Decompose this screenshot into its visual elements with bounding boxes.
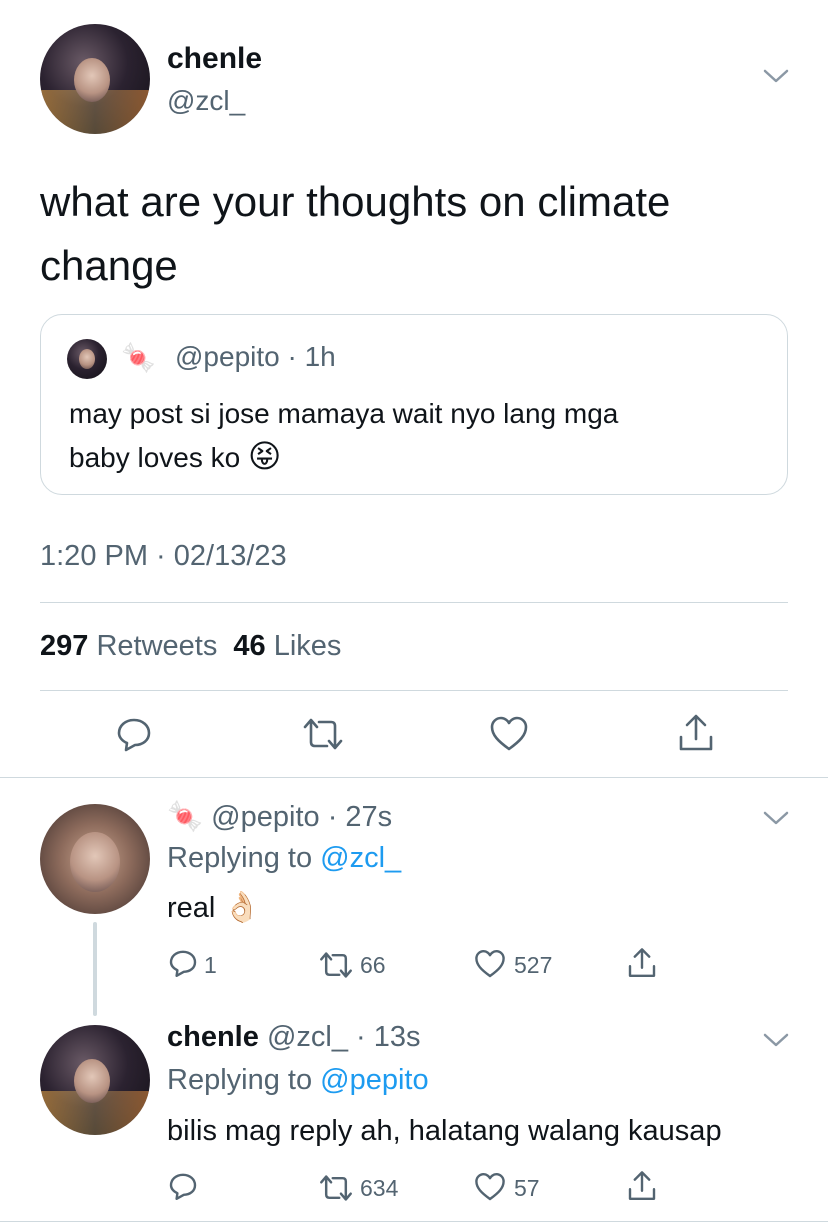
reply1-replying: Replying to @zcl_ (167, 842, 401, 875)
reply1-reply-icon[interactable] (167, 947, 199, 979)
reply1-handle[interactable]: @pepito (211, 801, 319, 833)
divider-top (40, 602, 788, 603)
reply1-replying-to[interactable]: @zcl_ (320, 842, 401, 874)
reply2-handle[interactable]: @zcl_ (267, 1021, 348, 1053)
thread-line (93, 922, 97, 1016)
divider-middle (40, 690, 788, 691)
likes-count: 46 (233, 630, 266, 662)
reply-icon[interactable] (114, 714, 154, 754)
reply2-text: bilis mag reply ah, halatang walang kaus… (167, 1115, 722, 1147)
likes-label: Likes (273, 630, 342, 662)
retweets-count: 297 (40, 630, 89, 662)
tweet-text-line1: what are your thoughts on climate (40, 178, 671, 225)
reply2-retweet-icon[interactable] (318, 1173, 354, 1203)
quoted-text-line1: may post si jose mamaya wait nyo lang mg… (69, 398, 619, 429)
engagement-stats: 297 Retweets 46 Likes (40, 630, 341, 663)
reply1-like-count: 527 (514, 952, 553, 978)
reply1-retweet-count: 66 (360, 952, 386, 978)
like-icon[interactable] (488, 714, 530, 754)
reply1-reply-count: 1 (204, 952, 217, 978)
divider-bottom (0, 1221, 828, 1222)
author-handle[interactable]: @zcl_ (167, 85, 245, 117)
author-name[interactable]: chenle (167, 42, 262, 76)
tweet-text-line2: change (40, 242, 178, 289)
retweets-label: Retweets (96, 630, 218, 662)
tongue-emoji: 😝 (248, 438, 282, 474)
reply2-reply-icon[interactable] (167, 1170, 199, 1202)
tweet-timestamp[interactable]: 1:20 PM · 02/13/23 (40, 540, 287, 573)
retweet-icon[interactable] (301, 716, 345, 752)
reply2-chevron-down-icon[interactable] (762, 1030, 790, 1050)
reply1-header: 🍬 @pepito · 27s (167, 800, 392, 834)
author-avatar[interactable] (40, 24, 150, 134)
quoted-avatar (67, 339, 107, 379)
reply2-like-icon[interactable] (473, 1171, 507, 1203)
reply2-share-icon[interactable] (626, 1169, 658, 1203)
quoted-text-line2: baby loves ko (69, 442, 241, 473)
reply2-like-count: 57 (514, 1175, 540, 1201)
reply2-header: chenle @zcl_ · 13s (167, 1021, 421, 1054)
quoted-age: · 1h (287, 341, 336, 372)
reply1-name-emoji: 🍬 (167, 801, 204, 833)
reply2-replying: Replying to @pepito (167, 1064, 429, 1097)
quoted-text: may post si jose mamaya wait nyo lang mg… (69, 393, 618, 479)
quoted-tweet[interactable]: 🍬 @pepito · 1h may post si jose mamaya w… (40, 314, 788, 495)
reply2-name[interactable]: chenle (167, 1021, 259, 1053)
reply1-like-icon[interactable] (473, 948, 507, 980)
reply1-avatar[interactable] (40, 804, 150, 914)
reply1-text-row: real 👌🏻 (167, 890, 261, 925)
reply1-replying-prefix: Replying to (167, 842, 313, 874)
quoted-handle-text: @pepito (175, 341, 280, 372)
reply2-age: · 13s (356, 1021, 421, 1053)
share-icon[interactable] (676, 712, 716, 754)
likes-stat[interactable]: 46 Likes (233, 630, 341, 662)
reply1-share-icon[interactable] (626, 946, 658, 980)
reply2-replying-prefix: Replying to (167, 1064, 313, 1096)
reply1-age: · 27s (327, 801, 393, 833)
reply1-emoji: 👌🏻 (223, 891, 261, 924)
quoted-text-line2-row: baby loves ko 😝 (69, 435, 618, 479)
reply1-chevron-down-icon[interactable] (762, 808, 790, 828)
retweets-stat[interactable]: 297 Retweets (40, 630, 225, 662)
reply1-retweet-icon[interactable] (318, 950, 354, 980)
reply2-retweet-count: 634 (360, 1175, 399, 1201)
quoted-handle: @pepito · 1h (175, 341, 336, 373)
chevron-down-icon[interactable] (762, 66, 790, 86)
candy-emoji: 🍬 (121, 342, 156, 373)
reply2-avatar[interactable] (40, 1025, 150, 1135)
reply1-text: real (167, 892, 216, 924)
reply2-replying-to[interactable]: @pepito (320, 1064, 428, 1096)
tweet-text: what are your thoughts on climate change (40, 170, 670, 298)
divider-thread (0, 777, 828, 778)
